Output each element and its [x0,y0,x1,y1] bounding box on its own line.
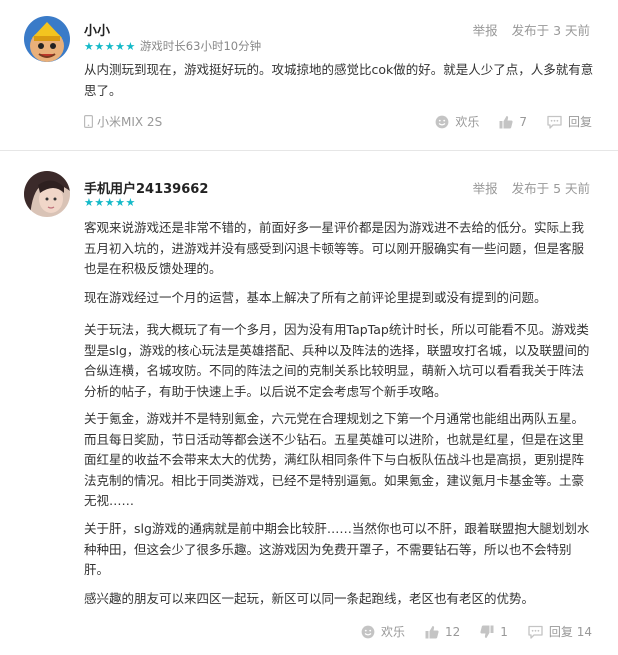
review-card: 小小 ★★★★★ 游戏时长63小时10分钟 举报 发布于 3 天前 从内测玩到现在，… [0,0,618,150]
device-name: 小米MIX 2S [97,115,163,129]
review-meta: 举报 发布于 5 天前 [459,178,590,197]
rating-stars: ★★★★★ 游戏时长63小时10分钟 [84,38,261,54]
funny-label: 欢乐 [380,625,405,639]
reply-button[interactable]: 回复 [547,113,592,130]
thumb-up-icon [499,115,513,128]
funny-button[interactable]: 欢乐 [361,623,405,640]
reply-button[interactable]: 回复 14 [528,623,592,640]
review-card: 手机用户24139662 ★★★★★ 举报 发布于 5 天前 客观来说游戏还是非常… [0,151,618,655]
review-paragraph: 感兴趣的朋友可以来四区一起玩，新区可以同一条起跑线，老区也有老区的优势。 [84,591,535,606]
post-time: 发布于 5 天前 [511,181,590,196]
like-count: 7 [519,114,527,129]
phone-icon [84,115,93,128]
star-icons: ★★★★★ [84,40,136,53]
post-time: 发布于 3 天前 [511,23,590,38]
rating-stars: ★★★★★ [84,196,136,209]
avatar[interactable] [24,171,70,217]
review-actions: 欢乐 7 回复 [415,113,592,130]
funny-button[interactable]: 欢乐 [435,113,479,130]
username[interactable]: 手机用户24139662 [84,178,208,197]
review-footer: 欢乐 12 1 回复 14 [84,623,592,643]
like-button[interactable]: 12 [425,625,460,639]
star-icons: ★★★★★ [84,196,136,209]
reply-icon [547,115,562,129]
dislike-count: 1 [500,624,508,639]
playtime: 游戏时长63小时10分钟 [139,39,262,53]
like-count: 12 [444,624,461,639]
reply-icon [528,625,543,639]
thumb-down-icon [480,625,494,638]
review-meta: 举报 发布于 3 天前 [459,20,590,39]
like-button[interactable]: 7 [499,115,527,129]
reply-label: 回复 14 [548,625,592,639]
username[interactable]: 小小 [84,20,110,39]
review-footer: 小米MIX 2S 欢乐 7 回复 [84,113,592,133]
device-info: 小米MIX 2S [84,113,162,130]
report-link[interactable]: 举报 [473,181,498,196]
dislike-button[interactable]: 1 [480,625,508,639]
review-actions: 欢乐 12 1 回复 14 [341,623,592,640]
funny-label: 欢乐 [455,115,480,129]
review-paragraph: 关于玩法，我大概玩了有一个多月，因为没有用TapTap统计时长，所以可能看不见。… [84,322,590,399]
thumb-up-icon [425,625,439,638]
review-paragraph: 现在游戏经过一个月的运营，基本上解决了所有之前评论里提到或没有提到的问题。 [84,290,547,305]
avatar[interactable] [24,16,70,62]
review-paragraph: 关于肝，slg游戏的通病就是前中期会比较肝……当然你也可以不肝，跟着联盟抱大腿划… [84,521,590,578]
review-text: 从内测玩到现在，游戏挺好玩的。攻城掠地的感觉比cok做的好。就是人少了点，人多就… [84,62,594,98]
report-link[interactable]: 举报 [473,23,498,38]
smile-icon [361,625,375,638]
review-paragraph: 客观来说游戏还是非常不错的，前面好多一星评价都是因为游戏进不去给的低分。实际上我… [84,220,585,277]
review-paragraph: 关于氪金，游戏并不是特别氪金，六元党在合理规划之下第一个月通常也能组出两队五星。… [84,411,585,509]
reply-label: 回复 [567,115,592,129]
smile-icon [435,115,449,128]
